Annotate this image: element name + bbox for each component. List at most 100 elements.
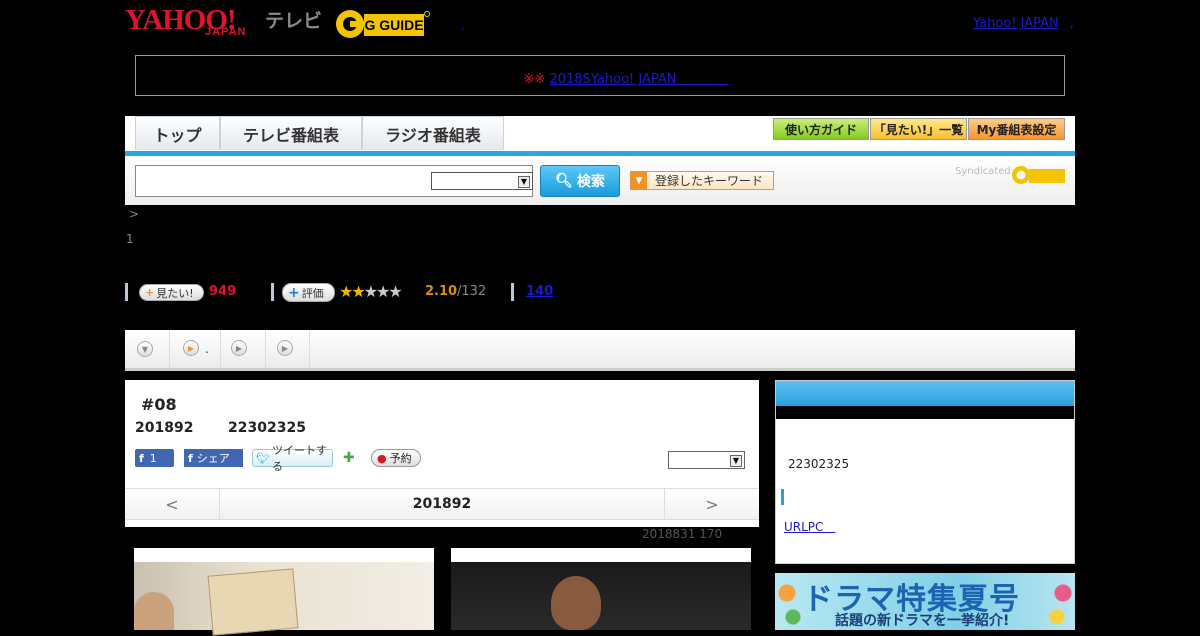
chevron-down-icon: ▼ (518, 176, 530, 188)
reserve-label: 予約 (389, 452, 412, 465)
want-count: 949 (209, 284, 237, 299)
global-nav: トップ テレビ番組表 ラジオ番組表 使い方ガイド 「見たい!」一覧 My番組表設… (125, 116, 1075, 205)
notice-text: ※※ 2018SYahoo! JAPAN (136, 68, 1064, 87)
tweet-button[interactable]: 🐦︎ ツイートする (252, 444, 333, 473)
panel-select[interactable]: ▼ (668, 451, 745, 469)
stat-divider (125, 283, 128, 301)
drama-special-banner[interactable]: ドラマ特集夏号 話題の新ドラマを一挙紹介! (775, 573, 1075, 630)
star-icon: ★ (351, 282, 365, 301)
plus-icon: + (288, 284, 300, 301)
yahoo-japan-link[interactable]: Yahoo! JAPAN (973, 16, 1059, 31)
nav-tab-top[interactable]: トップ (135, 116, 220, 150)
guide-button[interactable]: 使い方ガイド (773, 118, 869, 140)
tab-play-icon[interactable]: ▶ (231, 340, 247, 356)
tab-play-icon[interactable]: ▶ (277, 340, 293, 356)
facebook-share-label: シェア (196, 452, 230, 465)
tweet-label: ツイートする (271, 444, 327, 473)
star-icon: ★ (363, 282, 378, 301)
rating-value: 2.10 (425, 284, 458, 299)
nav-tabs-row: トップ テレビ番組表 ラジオ番組表 使い方ガイド 「見たい!」一覧 My番組表設… (125, 116, 1075, 151)
yahoo-japan-logo-text: JAPAN (205, 26, 247, 38)
tab-play-icon[interactable]: ▶ (183, 340, 199, 356)
episode-number: #08 (141, 395, 177, 414)
twitter-icon: 🐦︎ (256, 451, 270, 465)
rating-stars: ★★★★★ (339, 282, 403, 301)
tab-label[interactable]: . (205, 342, 209, 356)
side-panel-band (776, 406, 1074, 419)
stat-divider (511, 283, 514, 301)
want-button-label: 見たい! (156, 286, 194, 300)
nav-tab-radio-schedule[interactable]: ラジオ番組表 (362, 116, 504, 150)
facebook-share-button[interactable]: f シェア (184, 449, 243, 467)
gguide-logo[interactable]: G GUIDE (334, 6, 430, 40)
previous-episode-button[interactable]: < (125, 489, 220, 519)
record-icon: ● (377, 451, 387, 465)
search-button-label: 検索 (576, 174, 605, 190)
dropdown-arrow-icon: ▼ (631, 172, 647, 189)
episode-time: 22302325 (228, 420, 306, 436)
rating-total: /132 (457, 284, 487, 299)
update-note: 2018831 170 (642, 527, 723, 541)
header-separator: , (461, 21, 465, 32)
syndicated-gguide-logo (1011, 164, 1067, 186)
content-tab-strip: ▼ ▶ . ▶ ▶ (125, 330, 1075, 371)
next-episode-button[interactable]: > (664, 489, 759, 519)
sign-board (207, 568, 299, 636)
notice-box: ※※ 2018SYahoo! JAPAN (135, 55, 1065, 96)
search-category-select[interactable]: ▼ (431, 172, 533, 190)
plus-icon: + (145, 286, 155, 299)
notice-marks: ※※ (523, 72, 546, 87)
episode-date: 201892 (135, 420, 194, 436)
facebook-like-count: 1 (149, 451, 157, 465)
side-panel-time: 22302325 (788, 457, 850, 471)
episode-count: 1 (126, 232, 134, 246)
thumbnail-image (134, 562, 434, 636)
tab-separator (169, 330, 170, 368)
tab-separator (220, 330, 221, 368)
search-button[interactable]: 🔍︎ 検索 (540, 165, 620, 197)
side-panel: 22302325 URLPC (775, 380, 1075, 564)
syndicated-text: Syndicated (955, 166, 1011, 177)
star-icon: ★ (388, 282, 402, 301)
navigation-date: 201892 (412, 496, 472, 512)
star-icon: ★ (339, 282, 353, 301)
facebook-icon: f (188, 451, 193, 465)
facebook-like-button[interactable]: f 1 (135, 449, 174, 467)
gift-icon[interactable]: ✚ (343, 449, 361, 467)
header-separator: , (1070, 16, 1074, 30)
banner-decoration (775, 573, 805, 630)
date-navigation: < 201892 > (125, 488, 759, 520)
nav-tab-tv-schedule[interactable]: テレビ番組表 (220, 116, 362, 150)
want-button[interactable]: + 見たい! (139, 284, 204, 301)
person-shape (134, 592, 174, 630)
saved-keyword-button[interactable]: ▼ 登録したキーワード (630, 171, 774, 190)
star-icon: ★ (376, 282, 390, 301)
my-schedule-button[interactable]: My番組表設定 (968, 118, 1065, 140)
side-panel-marker (781, 489, 784, 505)
thumbnail-image (451, 562, 751, 630)
tab-dropdown-icon[interactable]: ▼ (137, 341, 153, 357)
tab-separator (265, 330, 266, 368)
svg-text:G GUIDE: G GUIDE (364, 17, 423, 33)
stat-divider (271, 283, 274, 301)
want-list-button[interactable]: 「見たい!」一覧 (870, 118, 967, 140)
person-shape (551, 576, 601, 630)
episode-thumbnail[interactable] (134, 548, 434, 636)
tv-logo[interactable]: テレビ (265, 6, 322, 33)
saved-keyword-label: 登録したキーワード (655, 174, 764, 188)
review-count-link[interactable]: 140 (526, 284, 553, 299)
episode-panel: #08 201892 22302325 f 1 f シェア 🐦︎ ツイートする … (125, 380, 759, 527)
tab-separator (309, 330, 310, 368)
facebook-icon: f (139, 451, 144, 465)
notice-link[interactable]: 2018SYahoo! JAPAN (549, 72, 728, 87)
search-area: ▼ 🔍︎ 検索 ▼ 登録したキーワード Syndicated (125, 156, 1075, 205)
reserve-button[interactable]: ● 予約 (371, 449, 421, 467)
breadcrumb: > (129, 207, 140, 221)
rate-button-label: 評価 (301, 286, 324, 300)
episode-thumbnail[interactable] (451, 548, 751, 630)
banner-subtitle: 話題の新ドラマを一挙紹介! (835, 613, 1010, 629)
side-panel-link[interactable]: URLPC (784, 518, 835, 535)
rate-button[interactable]: + 評価 (282, 283, 335, 302)
search-icon: 🔍︎ (555, 173, 573, 189)
banner-decoration (1045, 573, 1075, 630)
